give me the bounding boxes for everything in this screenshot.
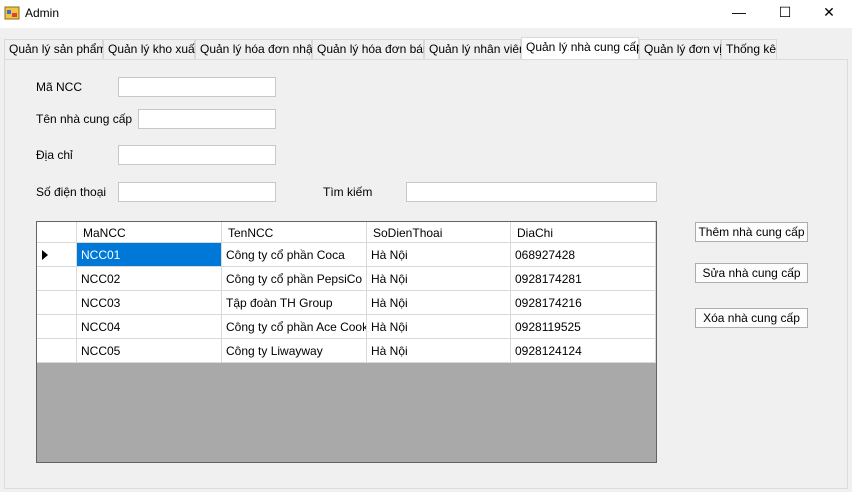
table-cell[interactable]: Tập đoàn TH Group — [222, 291, 367, 315]
maximize-button[interactable]: ☐ — [762, 0, 808, 24]
table-cell[interactable]: NCC01 — [77, 243, 222, 267]
close-button[interactable]: ✕ — [806, 0, 852, 24]
window-title: Admin — [25, 6, 60, 20]
tab-hoa-don-nhap[interactable]: Quản lý hóa đơn nhập — [195, 39, 319, 59]
sdt-label: Số điện thoại — [36, 185, 107, 199]
table-row[interactable]: NCC04 Công ty cổ phần Ace Cook Hà Nội 09… — [37, 315, 656, 339]
table-cell[interactable]: NCC02 — [77, 267, 222, 291]
tab-strip: Quản lý sản phẩm Quản lý kho xuất Quản l… — [0, 37, 852, 59]
table-cell[interactable]: NCC03 — [77, 291, 222, 315]
tab-nha-cung-cap[interactable]: Quản lý nhà cung cấp — [521, 37, 643, 59]
table-cell[interactable]: Hà Nội — [367, 291, 511, 315]
table-row[interactable]: NCC03 Tập đoàn TH Group Hà Nội 092817421… — [37, 291, 656, 315]
diachi-input[interactable] — [118, 145, 276, 165]
table-row[interactable]: NCC05 Công ty Liwayway Hà Nội 0928124124 — [37, 339, 656, 363]
add-supplier-button[interactable]: Thêm nhà cung cấp — [695, 222, 808, 242]
table-cell[interactable]: NCC05 — [77, 339, 222, 363]
table-cell[interactable]: Công ty cổ phần Coca — [222, 243, 367, 267]
row-header[interactable] — [37, 339, 77, 363]
tab-kho-xuat[interactable]: Quản lý kho xuất — [103, 39, 198, 59]
mancc-label: Mã NCC — [36, 80, 83, 94]
sdt-input[interactable] — [118, 182, 276, 202]
table-cell[interactable]: 068927428 — [511, 243, 656, 267]
table-cell[interactable]: 0928124124 — [511, 339, 656, 363]
search-input[interactable] — [406, 182, 657, 202]
table-cell[interactable]: Công ty cổ phần PepsiCo — [222, 267, 367, 291]
row-header[interactable] — [37, 291, 77, 315]
delete-supplier-button[interactable]: Xóa nhà cung cấp — [695, 308, 808, 328]
table-cell[interactable]: Hà Nội — [367, 243, 511, 267]
table-cell[interactable]: 0928174216 — [511, 291, 656, 315]
table-cell[interactable]: Công ty Liwayway — [222, 339, 367, 363]
column-header-mancc[interactable]: MaNCC — [77, 222, 222, 243]
tenncc-input[interactable] — [138, 109, 276, 129]
tab-thong-ke[interactable]: Thống kê — [721, 39, 777, 59]
tab-san-pham[interactable]: Quản lý sản phẩm — [4, 39, 106, 59]
table-cell[interactable]: NCC04 — [77, 315, 222, 339]
table-cell[interactable]: Hà Nội — [367, 339, 511, 363]
table-cell[interactable]: 0928119525 — [511, 315, 656, 339]
grid-corner[interactable] — [37, 222, 77, 243]
row-header[interactable] — [37, 267, 77, 291]
diachi-label: Địa chỉ — [36, 148, 73, 162]
tenncc-label: Tên nhà cung cấp — [36, 112, 133, 126]
tab-nhan-vien[interactable]: Quản lý nhân viên — [424, 39, 526, 59]
column-header-sodienthoai[interactable]: SoDienThoai — [367, 222, 511, 243]
title-bar: Admin — ☐ ✕ — [0, 0, 852, 28]
edit-supplier-button[interactable]: Sửa nhà cung cấp — [695, 263, 808, 283]
row-header[interactable] — [37, 243, 77, 267]
supplier-grid[interactable]: MaNCC TenNCC SoDienThoai DiaChi NCC01 Cô… — [36, 221, 657, 463]
row-header[interactable] — [37, 315, 77, 339]
table-row[interactable]: NCC02 Công ty cổ phần PepsiCo Hà Nội 092… — [37, 267, 656, 291]
grid-header: MaNCC TenNCC SoDienThoai DiaChi — [37, 222, 656, 243]
mancc-input[interactable] — [118, 77, 276, 97]
search-label: Tìm kiếm — [323, 185, 373, 199]
column-header-diachi[interactable]: DiaChi — [511, 222, 656, 243]
table-row[interactable]: NCC01 Công ty cổ phần Coca Hà Nội 068927… — [37, 243, 656, 267]
column-header-tenncc[interactable]: TenNCC — [222, 222, 367, 243]
table-cell[interactable]: Hà Nội — [367, 267, 511, 291]
tab-don-vi[interactable]: Quản lý đơn vị — [639, 39, 722, 59]
app-icon — [4, 6, 20, 20]
tab-hoa-don-ban[interactable]: Quản lý hóa đơn bán — [312, 39, 430, 59]
minimize-button[interactable]: — — [716, 0, 762, 24]
current-row-arrow-icon — [42, 250, 48, 260]
table-cell[interactable]: Công ty cổ phần Ace Cook — [222, 315, 367, 339]
table-cell[interactable]: 0928174281 — [511, 267, 656, 291]
table-cell[interactable]: Hà Nội — [367, 315, 511, 339]
